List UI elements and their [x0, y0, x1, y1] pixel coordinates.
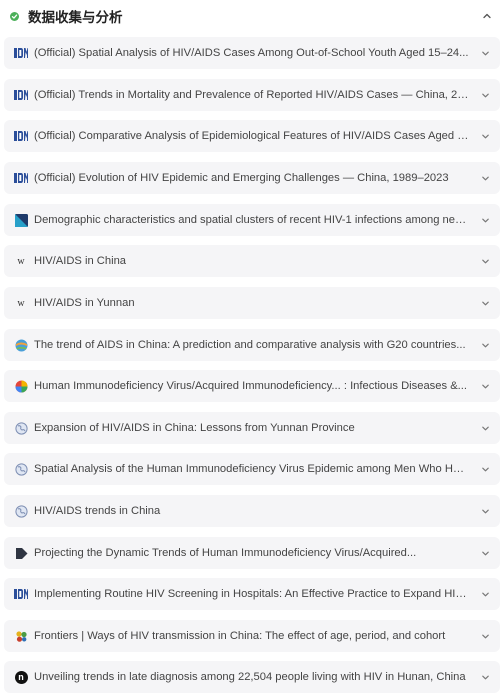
cn-official-icon [14, 587, 28, 601]
chevron-down-icon[interactable] [480, 90, 490, 100]
source-item-title: Unveiling trends in late diagnosis among… [34, 671, 466, 683]
chevron-down-icon[interactable] [480, 506, 490, 516]
chevron-down-icon[interactable] [480, 548, 490, 558]
source-item-title: Expansion of HIV/AIDS in China: Lessons … [34, 422, 355, 434]
source-item-title: (Official) Comparative Analysis of Epide… [34, 130, 480, 142]
chevron-down-icon[interactable] [480, 173, 490, 183]
check-circle-icon [10, 11, 19, 21]
source-item[interactable]: (Official) Evolution of HIV Epidemic and… [4, 162, 500, 194]
chevron-down-icon[interactable] [480, 215, 490, 225]
chevron-up-icon[interactable] [480, 9, 494, 23]
panel-title: 数据收集与分析 [28, 10, 123, 26]
panel-header[interactable]: 数据收集与分析 [0, 0, 502, 32]
chevron-down-icon[interactable] [480, 672, 490, 682]
source-item[interactable]: Expansion of HIV/AIDS in China: Lessons … [4, 412, 500, 444]
globe-icon [14, 504, 28, 518]
journal-icon [14, 213, 28, 227]
cn-official-icon [14, 88, 28, 102]
source-item[interactable]: Demographic characteristics and spatial … [4, 204, 500, 236]
wikipedia-icon: w [17, 255, 25, 267]
n-icon: n [14, 670, 28, 684]
source-item-title: Implementing Routine HIV Screening in Ho… [34, 588, 472, 600]
chevron-down-icon[interactable] [480, 256, 490, 266]
source-item-title: HIV/AIDS in Yunnan [34, 297, 135, 309]
chevron-down-icon[interactable] [480, 48, 490, 58]
source-item[interactable]: (Official) Trends in Mortality and Preva… [4, 79, 500, 111]
cn-official-icon [14, 171, 28, 185]
chevron-down-icon[interactable] [480, 589, 490, 599]
source-item-title: Demographic characteristics and spatial … [34, 214, 480, 226]
source-item-title: HIV/AIDS in China [34, 255, 127, 267]
source-item[interactable]: Projecting the Dynamic Trends of Human I… [4, 537, 500, 569]
cn-official-icon [14, 46, 28, 60]
chevron-down-icon[interactable] [480, 298, 490, 308]
source-item[interactable]: Spatial Analysis of the Human Immunodefi… [4, 453, 500, 485]
source-item-title: Human Immunodeficiency Virus/Acquired Im… [34, 380, 467, 392]
source-item-title: (Official) Evolution of HIV Epidemic and… [34, 172, 449, 184]
source-item-title: (Official) Trends in Mortality and Preva… [34, 89, 480, 101]
source-item[interactable]: w HIV/AIDS in Yunnan [4, 287, 500, 319]
globe-icon [14, 462, 28, 476]
source-item[interactable]: w HIV/AIDS in China [4, 245, 500, 277]
wikipedia-icon: w [17, 297, 25, 309]
source-item-title: The trend of AIDS in China: A prediction… [34, 339, 466, 351]
source-item-title: Projecting the Dynamic Trends of Human I… [34, 547, 417, 559]
source-item[interactable]: The trend of AIDS in China: A prediction… [4, 329, 500, 361]
cn-official-icon [14, 129, 28, 143]
colorful-cube-icon [14, 379, 28, 393]
source-item[interactable]: n Unveiling trends in late diagnosis amon… [4, 661, 500, 693]
chevron-down-icon[interactable] [480, 381, 490, 391]
source-item-title: (Official) Spatial Analysis of HIV/AIDS … [34, 47, 469, 59]
source-item-title: Spatial Analysis of the Human Immunodefi… [34, 463, 480, 475]
chevron-down-icon[interactable] [480, 340, 490, 350]
chevron-down-icon[interactable] [480, 631, 490, 641]
source-item[interactable]: (Official) Comparative Analysis of Epide… [4, 120, 500, 152]
dark-arrow-icon [14, 546, 28, 560]
chevron-down-icon[interactable] [480, 131, 490, 141]
colorful-globe-icon [14, 338, 28, 352]
frontiers-icon [14, 629, 28, 643]
source-item[interactable]: HIV/AIDS trends in China [4, 495, 500, 527]
source-item[interactable]: Human Immunodeficiency Virus/Acquired Im… [4, 370, 500, 402]
source-item[interactable]: Frontiers | Ways of HIV transmission in … [4, 620, 500, 652]
source-item-title: HIV/AIDS trends in China [34, 505, 161, 517]
globe-icon [14, 421, 28, 435]
source-item[interactable]: (Official) Spatial Analysis of HIV/AIDS … [4, 37, 500, 69]
chevron-down-icon[interactable] [480, 464, 490, 474]
chevron-down-icon[interactable] [480, 423, 490, 433]
source-item-title: Frontiers | Ways of HIV transmission in … [34, 630, 446, 642]
source-item[interactable]: Implementing Routine HIV Screening in Ho… [4, 578, 500, 610]
